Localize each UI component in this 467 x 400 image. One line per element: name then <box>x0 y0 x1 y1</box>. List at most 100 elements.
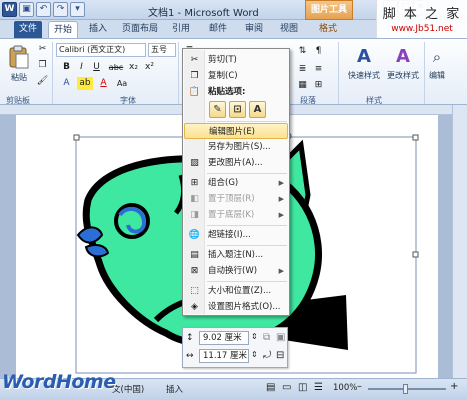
menu-separator <box>207 281 287 282</box>
menu-item-wrap-text[interactable]: ⊠ 自动换行(W) ▶ <box>184 263 288 279</box>
caption-icon: ▤ <box>190 250 199 260</box>
picture-width-field[interactable]: 11.17 厘米 <box>199 349 249 363</box>
qat-more-icon[interactable]: ▾ <box>70 2 85 17</box>
menu-item-edit-picture[interactable]: 编辑图片(E) <box>184 123 288 139</box>
change-styles-button[interactable]: A 更改样式 <box>384 43 422 91</box>
cut-icon[interactable]: ✂ <box>36 43 49 56</box>
menu-item-label: 大小和位置(Z)... <box>208 286 272 296</box>
zoom-out-button[interactable]: – <box>357 381 362 392</box>
menu-separator <box>207 225 287 226</box>
submenu-arrow-icon: ▶ <box>278 195 284 203</box>
tab-view[interactable]: 视图 <box>275 21 303 38</box>
menu-item-insert-caption[interactable]: ▤ 插入题注(N)... <box>184 247 288 263</box>
paste-picture-button[interactable]: ⊡ <box>229 101 246 118</box>
paragraph-sort-icon[interactable]: ⇅ <box>296 45 309 58</box>
borders-icon[interactable]: ⊞ <box>312 79 325 92</box>
show-marks-icon[interactable]: ¶ <box>312 45 325 58</box>
resize-handle-nw[interactable] <box>73 134 80 141</box>
menu-item-cut[interactable]: ✂ 剪切(T) <box>184 52 288 68</box>
redo-icon[interactable]: ↷ <box>53 2 68 17</box>
menu-item-hyperlink[interactable]: 🌐 超链接(I)... <box>184 227 288 243</box>
zoom-in-button[interactable]: + <box>450 381 458 392</box>
copy-small-icon[interactable]: ❐ <box>36 59 49 72</box>
language-status[interactable]: 文(中国) <box>112 383 144 395</box>
binoculars-icon: ⌕ <box>432 48 442 66</box>
watermark-url: www.Jb51.net <box>391 24 453 34</box>
insert-mode-status[interactable]: 插入 <box>166 383 183 395</box>
zoom-level[interactable]: 100% <box>333 383 357 393</box>
tab-file[interactable]: 文件 <box>14 21 42 38</box>
font-color-button[interactable]: A <box>97 77 110 90</box>
menu-item-format-picture[interactable]: ◈ 设置图片格式(O)... <box>184 299 288 315</box>
font-size-field[interactable]: 五号 <box>148 43 176 57</box>
tab-format[interactable]: 格式 <box>313 21 343 38</box>
picture-height-field[interactable]: 9.02 厘米 <box>199 331 249 345</box>
menu-item-label: 剪切(T) <box>208 55 237 65</box>
web-view-icon[interactable]: ◫ <box>298 382 307 393</box>
undo-icon[interactable]: ↶ <box>36 2 51 17</box>
context-menu: ✂ 剪切(T) ❐ 复制(C) 📋 粘贴选项: ✎ ⊡ A 编辑图片(E) 另存… <box>182 48 290 316</box>
wrap-icon: ⊠ <box>190 266 199 276</box>
strikethrough-button[interactable]: abc <box>107 61 125 74</box>
print-layout-view-icon[interactable]: ▤ <box>266 382 275 393</box>
menu-item-label: 置于顶层(R) <box>208 194 255 204</box>
shading-icon[interactable]: ▦ <box>296 79 309 92</box>
spinner-icon[interactable]: ⇕ <box>251 332 258 341</box>
tab-review[interactable]: 审阅 <box>240 21 268 38</box>
menu-item-label: 超链接(I)... <box>208 230 251 240</box>
menu-item-save-as-picture[interactable]: 另存为图片(S)... <box>184 139 288 155</box>
underline-button[interactable]: U <box>90 61 103 74</box>
full-screen-view-icon[interactable]: ▭ <box>282 382 291 393</box>
tab-references[interactable]: 引用 <box>167 21 195 38</box>
watermark-title: 脚 本 之 家 <box>382 7 462 22</box>
format-painter-icon[interactable]: 🖌 <box>36 75 49 88</box>
spinner-icon[interactable]: ⇕ <box>251 350 258 359</box>
quick-styles-button[interactable]: A 快速样式 <box>344 43 384 91</box>
clipboard-icon <box>9 45 29 69</box>
text-effects-button[interactable]: A <box>60 77 73 90</box>
subscript-button[interactable]: x₂ <box>127 61 140 74</box>
justify-icon[interactable]: ≡ <box>312 63 325 76</box>
align-icon[interactable]: ⊟ <box>276 350 284 361</box>
ribbon-separator <box>52 42 53 104</box>
tab-insert[interactable]: 插入 <box>84 21 112 38</box>
resize-handle-ne[interactable] <box>412 134 419 141</box>
zoom-slider-thumb[interactable] <box>403 384 408 394</box>
crop-icon[interactable]: ⧉ <box>263 332 270 343</box>
menu-item-size-position[interactable]: ⬚ 大小和位置(Z)... <box>184 283 288 299</box>
menu-item-label: 粘贴选项: <box>208 87 246 97</box>
tab-mailings[interactable]: 邮件 <box>204 21 232 38</box>
menu-item-bring-to-front[interactable]: ◧ 置于顶层(R) ▶ <box>184 191 288 207</box>
editing-button[interactable]: ⌕ 编辑 <box>426 43 448 91</box>
superscript-button[interactable]: x² <box>143 61 156 74</box>
layout-icon[interactable]: ▣ <box>276 332 285 343</box>
menu-item-copy[interactable]: ❐ 复制(C) <box>184 68 288 84</box>
scissors-icon: ✂ <box>190 55 199 65</box>
paste-button[interactable]: 粘贴 <box>4 43 34 91</box>
paste-keep-format-button[interactable]: ✎ <box>209 101 226 118</box>
bring-front-icon: ◧ <box>190 194 199 204</box>
mini-size-toolbar: ↕ 9.02 厘米 ⇕ ⧉ ▣ ↔ 11.17 厘米 ⇕ ⤾ ⊟ <box>182 327 288 368</box>
align-right-icon[interactable]: ≣ <box>296 63 309 76</box>
italic-button[interactable]: I <box>75 61 88 74</box>
word-logo-icon[interactable]: W <box>2 2 17 17</box>
rotate-icon[interactable]: ⤾ <box>263 350 271 361</box>
font-name-field[interactable]: Calibri (西文正文) <box>56 43 146 57</box>
change-case-button[interactable]: Aa <box>114 77 130 90</box>
tab-home[interactable]: 开始 <box>48 21 78 38</box>
menu-separator <box>207 173 287 174</box>
wordhome-watermark: WordHome <box>2 371 116 393</box>
paste-text-only-button[interactable]: A <box>249 101 266 118</box>
bold-button[interactable]: B <box>60 61 73 74</box>
resize-handle-e[interactable] <box>412 251 419 258</box>
submenu-arrow-icon: ▶ <box>278 211 284 219</box>
menu-item-change-picture[interactable]: ▨ 更改图片(A)... <box>184 155 288 171</box>
highlight-button[interactable]: ab <box>77 77 93 90</box>
menu-item-group[interactable]: ⊞ 组合(G) ▶ <box>184 175 288 191</box>
tab-page-layout[interactable]: 页面布局 <box>117 21 163 38</box>
outline-view-icon[interactable]: ☰ <box>314 382 323 393</box>
vertical-scrollbar[interactable] <box>452 105 467 378</box>
save-icon[interactable]: ▣ <box>19 2 34 17</box>
menu-item-send-to-back[interactable]: ◨ 置于底层(K) ▶ <box>184 207 288 223</box>
site-watermark: 脚 本 之 家 www.Jb51.net <box>376 0 467 38</box>
